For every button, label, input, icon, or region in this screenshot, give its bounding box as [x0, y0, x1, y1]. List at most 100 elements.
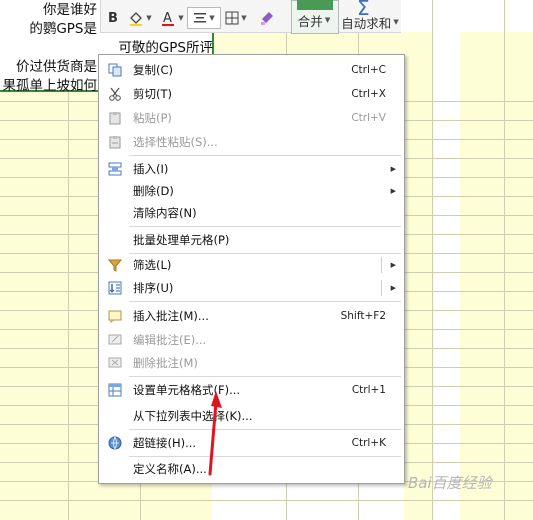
menu-separator — [129, 155, 401, 156]
cell-text-line: 价过供货商是 — [16, 59, 97, 75]
menu-separator — [129, 226, 401, 227]
delete-comment-icon — [107, 355, 123, 371]
menu-item-label: 定义名称(A)... — [133, 462, 207, 476]
svg-text:A: A — [163, 11, 172, 26]
fill-color-button[interactable]: ▼ — [125, 8, 155, 28]
edit-comment-icon — [107, 332, 123, 348]
menu-item-insert-comment[interactable]: 插入批注(M)... Shift+F2 — [99, 305, 404, 327]
font-color-button[interactable]: A ▼ — [157, 8, 187, 28]
format-painter-icon — [261, 12, 273, 25]
filter-icon — [107, 257, 123, 273]
menu-separator — [129, 429, 401, 430]
format-cells-icon — [107, 382, 123, 398]
menu-item-hyperlink[interactable]: 超链接(H)... Ctrl+K — [99, 432, 404, 454]
menu-separator — [129, 301, 401, 302]
cell-text-line: 可敬的GPS所评 — [118, 40, 213, 56]
insert-icon — [107, 161, 123, 177]
menu-item-format-cells[interactable]: 设置单元格格式(F)... Ctrl+1 — [99, 379, 404, 401]
menu-item-pick-from-list[interactable]: 从下拉列表中选择(K)... — [99, 405, 404, 427]
menu-item-label: 编辑批注(E)... — [133, 333, 207, 347]
cell-text-line: 果孤单上坡如何 — [2, 78, 98, 94]
menu-item-label: 剪切(T) — [133, 87, 172, 101]
menu-item-batch-process[interactable]: 批量处理单元格(P) — [99, 229, 404, 251]
autosum-button[interactable]: 自动求和 ▼ — [339, 12, 401, 32]
merge-label: 合并 — [297, 13, 323, 29]
menu-item-shortcut: Ctrl+C — [351, 64, 386, 76]
gridline-horizontal — [0, 500, 533, 501]
format-painter-button[interactable] — [257, 8, 277, 28]
merge-cells-icon — [297, 0, 333, 10]
border-grid-icon — [225, 11, 239, 25]
menu-item-shortcut: Shift+F2 — [340, 310, 386, 322]
chevron-down-icon: ▼ — [241, 14, 247, 22]
menu-item-label: 删除(D) — [133, 184, 174, 198]
menu-item-label: 删除批注(M) — [133, 356, 198, 370]
menu-item-edit-comment[interactable]: 编辑批注(E)... — [99, 329, 404, 351]
menu-item-shortcut: Ctrl+X — [351, 88, 386, 100]
menu-separator — [129, 376, 401, 377]
menu-item-label: 筛选(L) — [133, 258, 172, 272]
align-button[interactable]: ▼ — [187, 7, 221, 29]
menu-item-paste[interactable]: 粘贴(P) Ctrl+V — [99, 107, 404, 129]
paste-special-icon — [107, 134, 123, 150]
yellow-cell-region-right2 — [460, 32, 533, 520]
align-center-icon — [194, 13, 207, 23]
menu-item-shortcut: Ctrl+1 — [351, 384, 386, 396]
menu-item-cut[interactable]: 剪切(T) Ctrl+X — [99, 83, 404, 105]
menu-item-insert[interactable]: 插入(I) ▶ — [99, 158, 404, 180]
gridline-vertical — [432, 0, 433, 520]
menu-item-clear-contents[interactable]: 清除内容(N) — [99, 202, 404, 224]
cell-text-line: 你是谁好 — [43, 2, 97, 18]
border-button[interactable]: ▼ — [221, 8, 251, 28]
chevron-down-icon: ▼ — [146, 14, 152, 22]
autosum-label: 自动求和 — [341, 15, 392, 31]
insert-comment-icon — [107, 308, 123, 324]
hyperlink-icon — [107, 435, 123, 451]
menu-item-delete[interactable]: 删除(D) ▶ — [99, 180, 404, 202]
menu-item-label: 复制(C) — [133, 63, 174, 77]
cell-text-line: 的鹦GPS是 — [29, 21, 97, 37]
sort-icon — [107, 280, 123, 296]
paint-bucket-icon — [130, 12, 143, 26]
chevron-down-icon: ▼ — [209, 14, 215, 22]
chevron-down-icon: ▼ — [393, 18, 399, 26]
context-menu: 复制(C) Ctrl+C 剪切(T) Ctrl+X 粘贴(P) Ctrl+V 选… — [98, 54, 405, 484]
menu-item-label: 清除内容(N) — [133, 206, 197, 220]
watermark: Bai百度经验 — [408, 474, 492, 492]
menu-separator — [129, 456, 401, 457]
yellow-cell-region-top — [214, 32, 404, 54]
font-color-icon: A — [162, 11, 175, 26]
yellow-cell-region-right — [404, 32, 434, 520]
menu-item-label: 粘贴(P) — [133, 111, 172, 125]
chevron-down-icon: ▼ — [178, 14, 184, 22]
bold-button[interactable]: B — [105, 8, 121, 28]
menu-item-copy[interactable]: 复制(C) Ctrl+C — [99, 59, 404, 81]
submenu-arrow-icon: ▶ — [390, 165, 396, 173]
menu-item-delete-comment[interactable]: 删除批注(M) — [99, 352, 404, 374]
menu-item-label: 插入批注(M)... — [133, 309, 209, 323]
submenu-arrow-icon: ▶ — [390, 261, 396, 269]
submenu-divider — [381, 280, 382, 296]
menu-item-shortcut: Ctrl+V — [351, 112, 386, 124]
menu-item-sort[interactable]: 排序(U) ▶ — [99, 277, 404, 299]
paste-icon — [107, 110, 123, 126]
scissors-icon — [107, 86, 123, 102]
menu-item-label: 排序(U) — [133, 281, 174, 295]
chevron-down-icon: ▼ — [324, 16, 331, 24]
gridline-vertical — [504, 0, 505, 520]
menu-item-label: 选择性粘贴(S)... — [133, 135, 218, 149]
menu-item-label: 超链接(H)... — [133, 436, 197, 450]
submenu-arrow-icon: ▶ — [390, 187, 396, 195]
menu-item-label: 从下拉列表中选择(K)... — [133, 409, 253, 423]
menu-item-label: 设置单元格格式(F)... — [133, 383, 241, 397]
formatting-toolbar: B ▼ A ▼ ▼ ▼ 合并 ▼ Σ 自动求和 ▼ — [100, 0, 401, 34]
submenu-divider — [381, 257, 382, 273]
copy-icon — [107, 62, 123, 78]
merge-button[interactable]: 合并 ▼ — [295, 10, 333, 30]
menu-item-shortcut: Ctrl+K — [351, 437, 386, 449]
menu-item-label: 批量处理单元格(P) — [133, 233, 230, 247]
menu-item-define-name[interactable]: 定义名称(A)... — [99, 458, 404, 480]
menu-item-filter[interactable]: 筛选(L) ▶ — [99, 254, 404, 276]
menu-item-label: 插入(I) — [133, 162, 169, 176]
menu-item-paste-special[interactable]: 选择性粘贴(S)... — [99, 131, 404, 153]
